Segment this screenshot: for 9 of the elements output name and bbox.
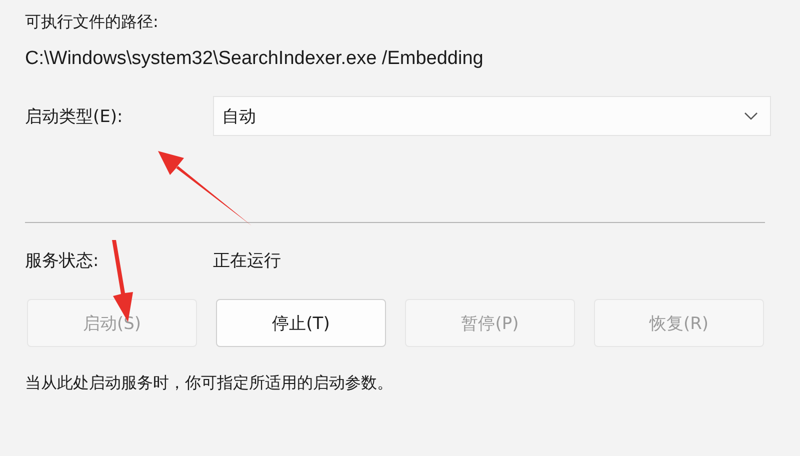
service-button[interactable]: 停止(T): [216, 299, 386, 347]
service-status-value: 正在运行: [213, 250, 281, 272]
path-value: C:\Windows\system32\SearchIndexer.exe /Embedding: [25, 48, 484, 70]
startup-type-dropdown[interactable]: 自动: [213, 96, 771, 136]
startup-type-label: 启动类型(E):: [25, 106, 124, 128]
hint-text: 当从此处启动服务时，你可指定所适用的启动参数。: [25, 373, 394, 394]
chevron-down-icon: [744, 112, 758, 120]
service-status-label: 服务状态:: [25, 250, 100, 272]
path-label: 可执行文件的路径:: [25, 12, 160, 33]
